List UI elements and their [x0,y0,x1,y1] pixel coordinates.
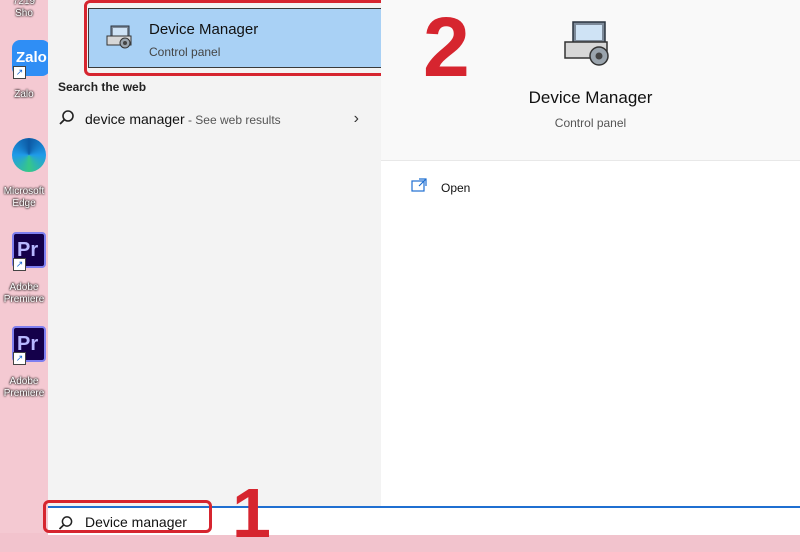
web-result-text: device manager - See web results [85,111,281,127]
search-results-pane: Device Manager Control panel Search the … [48,0,440,533]
chevron-right-icon[interactable]: › [354,110,359,128]
edge-icon[interactable] [12,138,46,172]
desktop-top-text: 7219 Sho [12,0,36,19]
desktop-strip: 7219 Sho Zalo ↗ Zalo Microsoft Edge Pr ↗… [0,0,48,533]
annotation-step-2: 2 [423,0,470,94]
web-search-result[interactable]: device manager - See web results › [48,104,381,134]
shortcut-arrow-icon: ↗ [13,352,26,365]
desktop-label-zalo[interactable]: Zalo [0,89,48,101]
open-icon [411,178,427,192]
desktop-label-premiere[interactable]: Adobe Premiere [0,282,48,306]
detail-subtitle: Control panel [554,116,627,130]
desktop-label-premiere-2[interactable]: Adobe Premiere [0,376,48,400]
web-query: device manager [85,111,185,127]
web-see-results: - See web results [184,113,281,127]
desktop-label-edge[interactable]: Microsoft Edge [0,186,48,210]
shortcut-arrow-icon: ↗ [13,66,26,79]
shortcut-arrow-icon: ↗ [13,258,26,271]
search-web-header: Search the web [58,80,147,94]
device-manager-icon [564,21,609,66]
open-label: Open [441,181,471,195]
search-icon [59,110,74,125]
highlight-box-step-1 [43,500,212,533]
annotation-step-1: 1 [232,474,271,552]
